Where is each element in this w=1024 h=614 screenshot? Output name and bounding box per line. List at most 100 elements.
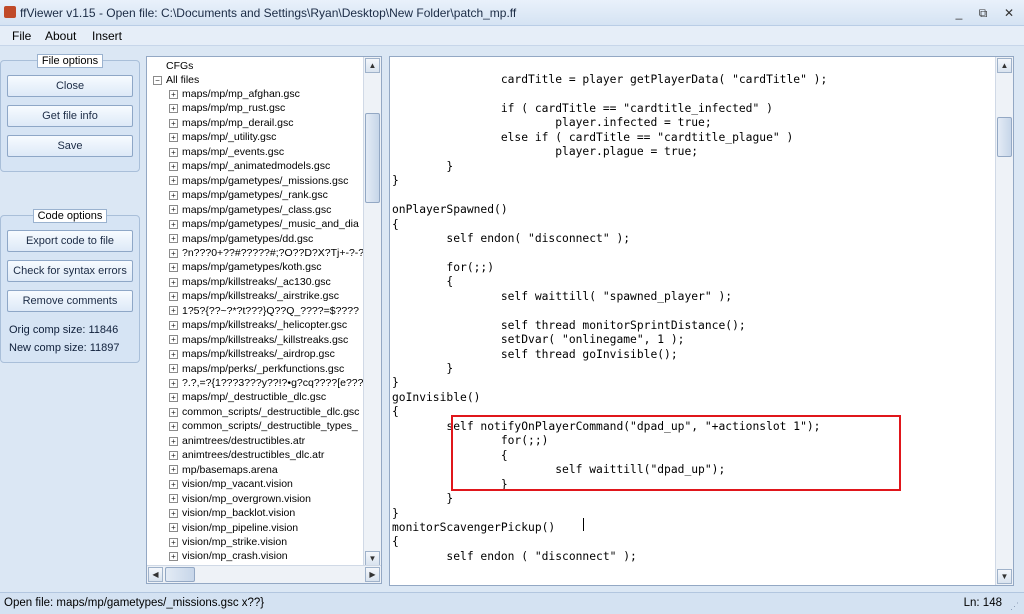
tree-file-item[interactable]: + maps/mp/mp_rust.gsc [169, 101, 285, 115]
tree-file-item[interactable]: + common_scripts/_destructible_dlc.gsc [169, 405, 359, 419]
tree-file-item[interactable]: + maps/mp/gametypes/_rank.gsc [169, 188, 328, 202]
expand-icon[interactable]: + [169, 335, 178, 345]
scroll-thumb[interactable] [165, 567, 195, 582]
expand-icon[interactable]: + [169, 89, 178, 99]
tree-horizontal-scrollbar[interactable]: ◀ ▶ [147, 565, 381, 583]
close-button[interactable]: Close [7, 75, 133, 97]
tree-file-item[interactable]: + ?.?,=?{1???3???y??!?•g?cq????[e??? [169, 376, 363, 390]
editor-vertical-scrollbar[interactable]: ▲ ▼ [995, 57, 1013, 585]
tree-file-item[interactable]: + maps/mp/_utility.gsc [169, 130, 276, 144]
expand-icon[interactable]: + [169, 320, 178, 330]
expand-icon[interactable]: + [169, 494, 178, 504]
expand-icon[interactable]: + [169, 364, 178, 374]
menu-file[interactable]: File [12, 29, 31, 43]
tree-file-item[interactable]: + animtrees/destructibles.atr [169, 434, 305, 448]
tree-file-item[interactable]: + vision/mp_backlot.vision [169, 506, 295, 520]
tree-file-item[interactable]: + ?n???0+??#?????#;?O??D?X?Tj+-?-?k [169, 246, 365, 260]
tree-file-item[interactable]: +1?5?{??~?*?t???}Q??Q_????=$???? [169, 304, 359, 318]
collapse-icon[interactable]: − [153, 75, 162, 85]
expand-icon[interactable]: + [169, 219, 178, 229]
tree-file-item[interactable]: + vision/mp_vacant.vision [169, 477, 293, 491]
tree-file-item[interactable]: + mp/basemaps.arena [169, 463, 278, 477]
expand-icon[interactable]: + [169, 118, 178, 128]
expand-icon[interactable]: + [169, 450, 178, 460]
tree-file-item[interactable]: + animtrees/destructibles_dlc.atr [169, 448, 324, 462]
tree-file-item[interactable]: + vision/mp_crash.vision [169, 549, 288, 563]
expand-icon[interactable]: + [169, 277, 178, 287]
expand-icon[interactable]: + [169, 263, 178, 273]
get-file-info-button[interactable]: Get file info [7, 105, 133, 127]
tree-file-item[interactable]: + maps/mp/killstreaks/_ac130.gsc [169, 275, 331, 289]
scroll-up-icon[interactable]: ▲ [997, 58, 1012, 73]
expand-icon[interactable]: + [169, 133, 178, 143]
save-button[interactable]: Save [7, 135, 133, 157]
scroll-up-icon[interactable]: ▲ [365, 58, 380, 73]
menu-about[interactable]: About [45, 29, 76, 43]
scroll-down-icon[interactable]: ▼ [997, 569, 1012, 584]
expand-icon[interactable]: + [169, 393, 178, 403]
scroll-thumb[interactable] [365, 113, 380, 203]
tree-file-item[interactable]: + maps/mp/mp_derail.gsc [169, 116, 293, 130]
tree-vertical-scrollbar[interactable]: ▲ ▼ [363, 57, 381, 567]
scroll-down-icon[interactable]: ▼ [365, 551, 380, 566]
expand-icon[interactable]: + [169, 161, 178, 171]
close-window-button[interactable]: ✕ [1000, 5, 1018, 21]
expand-icon[interactable]: + [169, 190, 178, 200]
expand-icon[interactable]: + [169, 407, 178, 417]
expand-icon[interactable]: + [169, 349, 178, 359]
tree-root-cfgs[interactable]: CFGs [153, 59, 193, 73]
export-code-button[interactable]: Export code to file [7, 230, 133, 252]
expand-icon[interactable]: + [169, 147, 178, 157]
scroll-thumb[interactable] [997, 117, 1012, 157]
expand-icon[interactable]: + [169, 176, 178, 186]
tree-file-item[interactable]: + maps/mp/mp_afghan.gsc [169, 87, 300, 101]
tree-file-item[interactable]: + vision/mp_pipeline.vision [169, 521, 298, 535]
check-syntax-button[interactable]: Check for syntax errors [7, 260, 133, 282]
expand-icon[interactable]: + [169, 552, 178, 562]
expand-icon[interactable]: + [169, 378, 178, 388]
scroll-left-icon[interactable]: ◀ [148, 567, 163, 582]
expand-icon[interactable]: + [169, 205, 178, 215]
tree-root-all-files[interactable]: − All files [153, 73, 199, 87]
expand-icon[interactable]: + [169, 292, 178, 302]
expand-icon[interactable]: + [169, 537, 178, 547]
minimize-button[interactable]: _ [950, 5, 968, 21]
tree-item-label: vision/mp_strike.vision [182, 535, 288, 548]
expand-icon[interactable]: + [169, 508, 178, 518]
remove-comments-button[interactable]: Remove comments [7, 290, 133, 312]
file-tree[interactable]: CFGs − All files + maps/mp/mp_afghan.gsc + m… [146, 56, 382, 584]
tree-file-item[interactable]: + maps/mp/gametypes/_music_and_dia [169, 217, 359, 231]
expand-icon[interactable]: + [169, 479, 178, 489]
file-tree-list: CFGs − All files + maps/mp/mp_afghan.gsc + m… [147, 57, 365, 567]
expand-icon[interactable]: + [169, 104, 178, 114]
tree-file-item[interactable]: + maps/mp/_animatedmodels.gsc [169, 159, 330, 173]
tree-file-item[interactable]: + maps/mp/perks/_perkfunctions.gsc [169, 362, 344, 376]
expand-icon[interactable]: + [169, 465, 178, 475]
tree-file-item[interactable]: + maps/mp/gametypes/_class.gsc [169, 203, 331, 217]
tree-file-item[interactable]: + maps/mp/_events.gsc [169, 145, 284, 159]
tree-file-item[interactable]: + maps/mp/killstreaks/_helicopter.gsc [169, 318, 347, 332]
maximize-button[interactable]: ⧉ [974, 5, 992, 21]
tree-file-item[interactable]: + maps/mp/killstreaks/_airstrike.gsc [169, 289, 339, 303]
code-editor[interactable]: cardTitle = player getPlayerData( "cardT… [389, 56, 1014, 586]
tree-file-item[interactable]: + vision/mp_strike.vision [169, 535, 287, 549]
tree-file-item[interactable]: + maps/mp/gametypes/dd.gsc [169, 232, 313, 246]
code-line: onPlayerSpawned() [392, 203, 508, 217]
expand-icon[interactable]: + [169, 422, 178, 432]
tree-file-item[interactable]: + maps/mp/gametypes/koth.gsc [169, 260, 321, 274]
expand-icon[interactable]: + [169, 248, 178, 258]
expand-icon[interactable]: + [169, 523, 178, 533]
tree-file-item[interactable]: + common_scripts/_destructible_types_ [169, 419, 358, 433]
tree-file-item[interactable]: + maps/mp/gametypes/_missions.gsc [169, 174, 348, 188]
resize-grip-icon[interactable]: ⋰ [1010, 600, 1022, 612]
expand-icon[interactable]: + [169, 306, 178, 316]
expand-icon[interactable]: + [169, 234, 178, 244]
scroll-right-icon[interactable]: ▶ [365, 567, 380, 582]
menu-insert[interactable]: Insert [92, 29, 122, 43]
expand-icon[interactable]: + [169, 436, 178, 446]
code-line: monitorScavengerPickup() [392, 520, 556, 534]
tree-file-item[interactable]: + vision/mp_overgrown.vision [169, 492, 311, 506]
tree-file-item[interactable]: + maps/mp/killstreaks/_airdrop.gsc [169, 347, 335, 361]
tree-file-item[interactable]: + maps/mp/killstreaks/_killstreaks.gsc [169, 333, 348, 347]
tree-file-item[interactable]: + maps/mp/_destructible_dlc.gsc [169, 390, 326, 404]
